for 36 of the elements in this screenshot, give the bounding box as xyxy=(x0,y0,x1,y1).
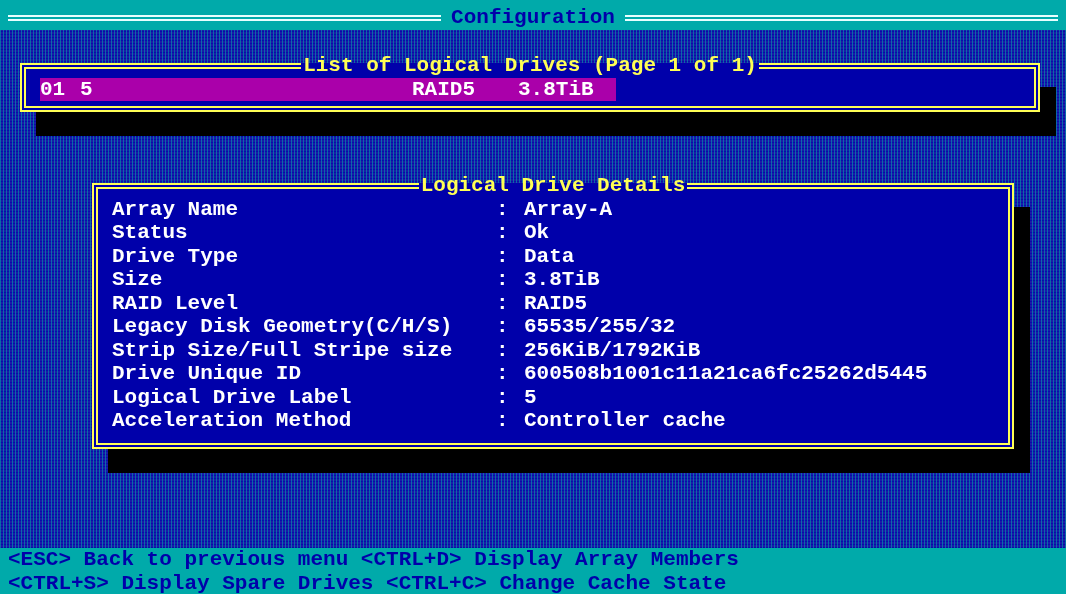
field-separator: : xyxy=(496,315,510,339)
field-separator: : xyxy=(496,197,510,221)
field-label: Strip Size/Full Stripe size xyxy=(112,338,454,362)
field-value: 65535/255/32 xyxy=(524,315,676,339)
field-separator: : xyxy=(496,244,510,268)
field-label: Drive Type xyxy=(112,244,240,268)
field-value: RAID5 xyxy=(524,291,587,315)
field-label: Drive Unique ID xyxy=(112,362,303,386)
screen-title: Configuration xyxy=(451,6,615,30)
field-separator: : xyxy=(496,338,510,362)
field-value: 3.8TiB xyxy=(524,268,600,292)
field-label: Size xyxy=(112,268,164,292)
field-label: Acceleration Method xyxy=(112,409,353,433)
field-value: 600508b1001c11a21ca6fc25262d5445 xyxy=(524,362,928,386)
key-hints: <ESC> Back to previous menu <CTRL+D> Display Array Members xyxy=(8,548,740,572)
field-separator: : xyxy=(496,268,510,292)
field-separator: : xyxy=(496,409,510,433)
field-value: 256KiB/1792KiB xyxy=(524,338,701,362)
field-value: Array-A xyxy=(524,197,613,221)
key-hints: <CTRL+S> Display Spare Drives <CTRL+C> Change Cache State xyxy=(8,571,728,594)
panel-title: List of Logical Drives (Page 1 of 1) xyxy=(302,54,758,78)
field-separator: : xyxy=(496,221,510,245)
field-separator: : xyxy=(496,385,510,409)
field-separator: : xyxy=(496,362,510,386)
field-label: Status xyxy=(112,221,189,245)
field-label: Array Name xyxy=(112,197,240,221)
field-value: 5 xyxy=(524,385,537,409)
field-label: Logical Drive Label xyxy=(112,385,353,409)
field-separator: : xyxy=(496,291,510,315)
field-label: RAID Level xyxy=(112,291,240,315)
panel-title: Logical Drive Details xyxy=(419,174,687,198)
field-label: Legacy Disk Geometry(C/H/S) xyxy=(112,315,454,339)
field-value: Ok xyxy=(524,221,550,245)
field-value: Data xyxy=(524,244,575,268)
drive-row[interactable]: 01 5 RAID5 3.8TiB xyxy=(40,77,616,101)
field-value: Controller cache xyxy=(524,409,726,433)
